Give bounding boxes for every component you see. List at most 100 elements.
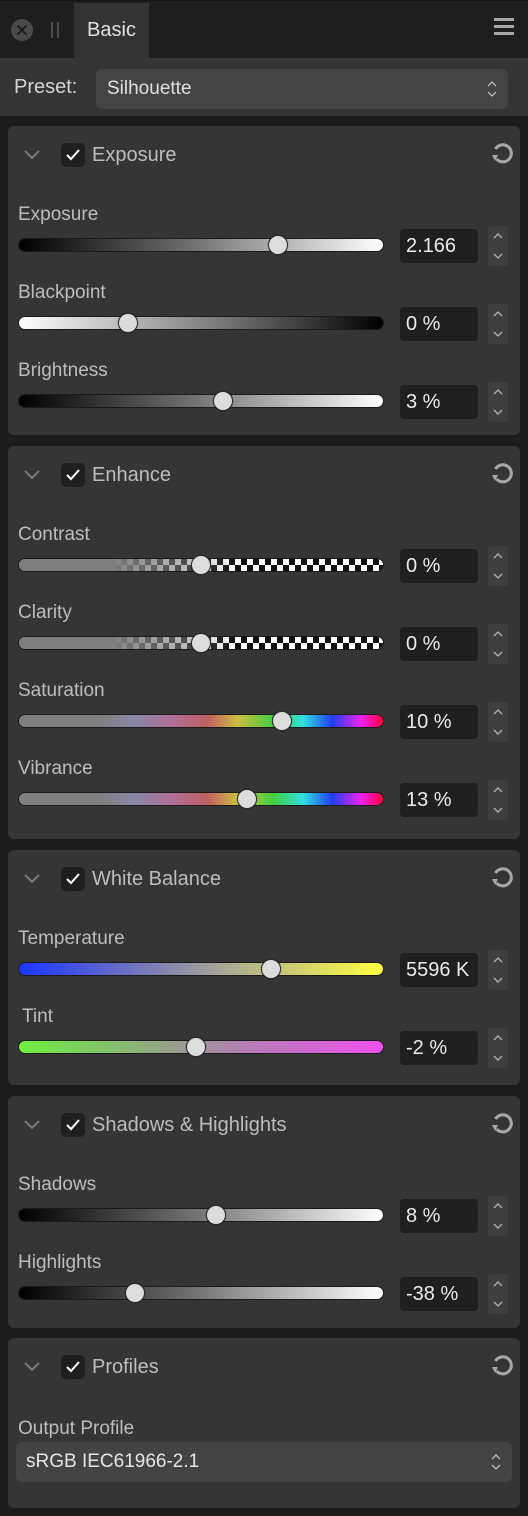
section-header[interactable]: Exposure — [8, 126, 520, 184]
value-stepper[interactable] — [488, 304, 508, 344]
value-stepper[interactable] — [488, 950, 508, 990]
reset-icon[interactable] — [489, 1352, 515, 1378]
drag-grip-icon[interactable] — [51, 22, 59, 38]
section-header[interactable]: Shadows & Highlights — [8, 1096, 520, 1154]
slider-value-field[interactable]: 13 % — [400, 783, 478, 817]
value-stepper[interactable] — [488, 1196, 508, 1236]
slider-value-field[interactable]: 10 % — [400, 705, 478, 739]
slider-label: Vibrance — [18, 758, 93, 779]
slider-value-field[interactable]: -2 % — [400, 1031, 478, 1065]
stepper-up-icon[interactable] — [488, 950, 508, 970]
slider-knob[interactable] — [271, 711, 292, 731]
stepper-down-icon[interactable] — [488, 1216, 508, 1236]
stepper-up-icon[interactable] — [488, 702, 508, 722]
reset-icon[interactable] — [489, 460, 515, 486]
slider-track[interactable] — [18, 1208, 384, 1222]
slider-label: Temperature — [18, 928, 125, 949]
stepper-up-icon[interactable] — [488, 780, 508, 800]
value-stepper[interactable] — [488, 624, 508, 664]
output-profile-select[interactable]: sRGB IEC61966-2.1 — [16, 1442, 512, 1482]
stepper-up-icon[interactable] — [488, 546, 508, 566]
slider-label: Blackpoint — [18, 282, 106, 303]
slider-knob[interactable] — [117, 313, 138, 333]
panel-menu-button[interactable] — [494, 18, 514, 38]
stepper-down-icon[interactable] — [488, 970, 508, 990]
slider-value-field[interactable]: 3 % — [400, 385, 478, 419]
slider-gradient — [19, 395, 383, 407]
value-stepper[interactable] — [488, 702, 508, 742]
value-stepper[interactable] — [488, 780, 508, 820]
close-icon — [17, 25, 27, 35]
chevron-down-icon[interactable] — [23, 148, 41, 162]
slider-track[interactable] — [18, 316, 384, 330]
stepper-up-icon[interactable] — [488, 382, 508, 402]
output-profile-label: Output Profile — [18, 1418, 135, 1439]
section-enabled-checkbox[interactable] — [61, 463, 85, 487]
slider-track[interactable] — [18, 394, 384, 408]
stepper-up-icon[interactable] — [488, 624, 508, 644]
value-stepper[interactable] — [488, 546, 508, 586]
section-header[interactable]: Profiles — [8, 1338, 520, 1396]
stepper-up-icon[interactable] — [488, 1196, 508, 1216]
tab-basic[interactable]: Basic — [74, 3, 149, 59]
chevron-down-icon[interactable] — [23, 1360, 41, 1374]
stepper-down-icon[interactable] — [488, 722, 508, 742]
slider-track[interactable] — [18, 1286, 384, 1300]
stepper-down-icon[interactable] — [488, 246, 508, 266]
slider-value-field[interactable]: 8 % — [400, 1199, 478, 1233]
slider-knob[interactable] — [212, 391, 233, 411]
slider-knob[interactable] — [191, 633, 211, 653]
slider-label: Shadows — [18, 1174, 97, 1195]
section-header[interactable]: Enhance — [8, 446, 520, 504]
stepper-up-icon[interactable] — [488, 304, 508, 324]
stepper-down-icon[interactable] — [488, 1048, 508, 1068]
slider-track[interactable] — [18, 962, 384, 976]
section-enabled-checkbox[interactable] — [61, 867, 85, 891]
section-header[interactable]: White Balance — [8, 850, 520, 908]
value-stepper[interactable] — [488, 1028, 508, 1068]
checkmark-icon — [66, 1361, 80, 1373]
stepper-down-icon[interactable] — [488, 566, 508, 586]
stepper-up-icon[interactable] — [488, 226, 508, 246]
reset-icon[interactable] — [489, 864, 515, 890]
slider-knob[interactable] — [205, 1205, 226, 1225]
value-stepper[interactable] — [488, 382, 508, 422]
slider-knob[interactable] — [260, 959, 281, 979]
slider-knob[interactable] — [267, 235, 288, 255]
close-panel-button[interactable] — [11, 19, 33, 41]
chevron-down-icon[interactable] — [23, 872, 41, 886]
slider-value-field[interactable]: -38 % — [400, 1277, 478, 1311]
slider-value-field[interactable]: 2.166 — [400, 229, 478, 263]
slider-gradient — [19, 1209, 383, 1221]
slider-value-field[interactable]: 0 % — [400, 549, 478, 583]
value-stepper[interactable] — [488, 226, 508, 266]
section-enabled-checkbox[interactable] — [61, 1355, 85, 1379]
slider-value-field[interactable]: 5596 K — [400, 953, 478, 987]
reset-icon[interactable] — [489, 1110, 515, 1136]
slider-knob[interactable] — [185, 1037, 206, 1057]
chevron-down-icon[interactable] — [23, 1118, 41, 1132]
slider-track[interactable] — [18, 238, 384, 252]
slider-value-field[interactable]: 0 % — [400, 627, 478, 661]
slider-gradient — [19, 1287, 383, 1299]
reset-icon[interactable] — [489, 140, 515, 166]
stepper-down-icon[interactable] — [488, 644, 508, 664]
stepper-down-icon[interactable] — [488, 800, 508, 820]
chevron-down-icon[interactable] — [23, 468, 41, 482]
slider-knob[interactable] — [191, 555, 211, 575]
stepper-down-icon[interactable] — [488, 402, 508, 422]
stepper-up-icon[interactable] — [488, 1274, 508, 1294]
slider-label: Exposure — [18, 204, 99, 225]
slider-value-field[interactable]: 0 % — [400, 307, 478, 341]
preset-select[interactable]: Silhouette — [96, 69, 508, 109]
slider-track[interactable] — [18, 792, 384, 806]
stepper-down-icon[interactable] — [488, 324, 508, 344]
slider-knob[interactable] — [125, 1283, 146, 1303]
value-stepper[interactable] — [488, 1274, 508, 1314]
slider-knob[interactable] — [236, 789, 257, 809]
stepper-down-icon[interactable] — [488, 1294, 508, 1314]
slider-track[interactable] — [18, 714, 384, 728]
section-enabled-checkbox[interactable] — [61, 1113, 85, 1137]
stepper-up-icon[interactable] — [488, 1028, 508, 1048]
section-enabled-checkbox[interactable] — [61, 143, 85, 167]
